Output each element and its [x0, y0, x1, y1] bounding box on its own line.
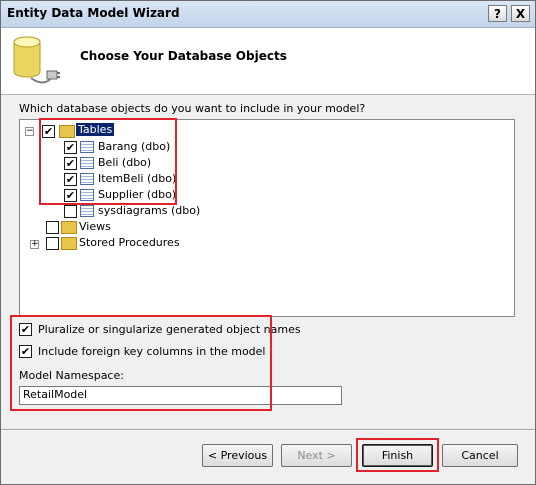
- collapse-tables-toggle[interactable]: −: [25, 127, 34, 136]
- tree-item-stored-procedures[interactable]: Stored Procedures: [79, 236, 180, 249]
- cancel-button[interactable]: Cancel: [442, 444, 518, 467]
- title-bar: Entity Data Model Wizard ? X: [1, 1, 535, 28]
- expand-stored-procedures-toggle[interactable]: +: [30, 240, 39, 249]
- close-button[interactable]: X: [511, 5, 530, 22]
- question-label: Which database objects do you want to in…: [19, 102, 366, 115]
- finish-highlight-box: [356, 438, 439, 472]
- separator: [1, 429, 535, 431]
- tree-item-views[interactable]: Views: [79, 220, 111, 233]
- previous-button[interactable]: < Previous: [202, 444, 273, 467]
- database-plug-icon: [13, 36, 60, 84]
- table-checkbox-sysdiagrams[interactable]: [64, 205, 77, 218]
- wizard-window: Entity Data Model Wizard ? X Choose Your…: [0, 0, 536, 485]
- window-title: Entity Data Model Wizard: [7, 6, 180, 20]
- wizard-header: Choose Your Database Objects: [1, 28, 535, 95]
- tables-highlight-box: [39, 118, 177, 205]
- help-button[interactable]: ?: [488, 5, 507, 22]
- views-checkbox[interactable]: [46, 221, 59, 234]
- stored-procedures-checkbox[interactable]: [46, 237, 59, 250]
- tree-item-sysdiagrams[interactable]: sysdiagrams (dbo): [98, 204, 200, 217]
- views-folder-icon: [61, 221, 77, 234]
- page-title: Choose Your Database Objects: [80, 49, 287, 63]
- options-highlight-box: [10, 315, 272, 411]
- next-button[interactable]: Next >: [281, 444, 352, 467]
- stored-procedures-folder-icon: [61, 237, 77, 250]
- table-icon: [80, 205, 94, 217]
